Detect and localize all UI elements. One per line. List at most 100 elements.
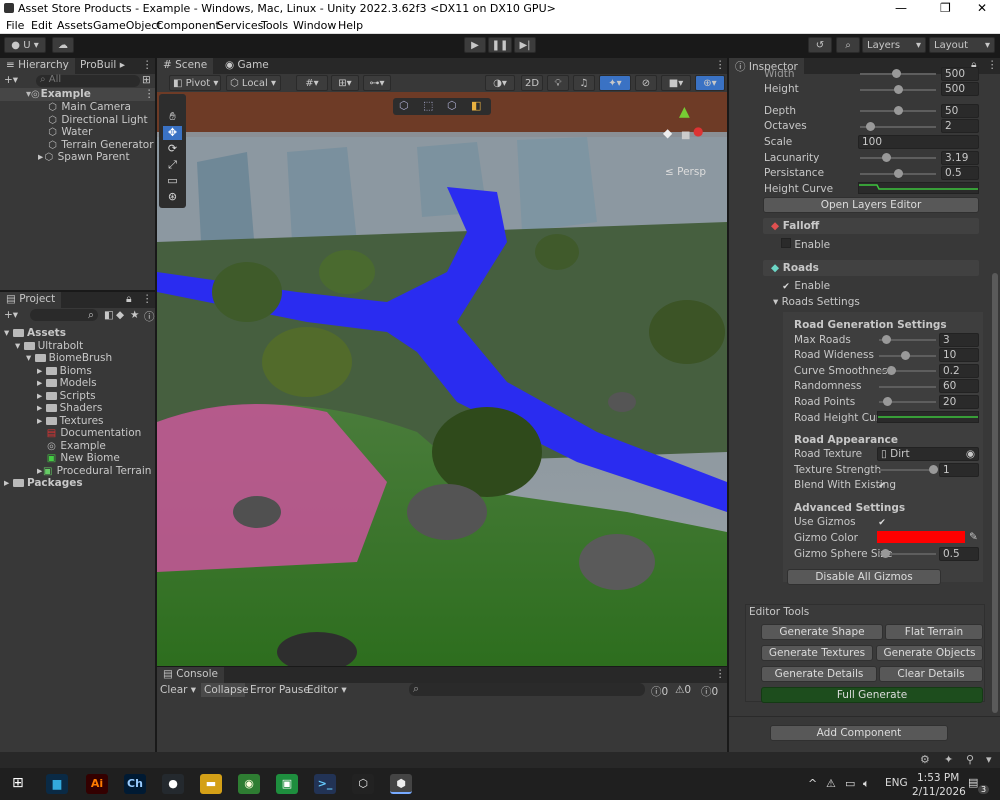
disable-all-gizmos-button[interactable]: Disable All Gizmos (787, 569, 941, 585)
clock-time[interactable]: 1:53 PM (917, 772, 959, 784)
texture-strength-slider[interactable] (879, 465, 938, 474)
eyedropper-icon[interactable]: ✎ (969, 531, 978, 543)
menu-assets[interactable]: Assets (57, 19, 93, 32)
effects-icon[interactable]: ✦▾ (599, 75, 631, 91)
lighting-icon[interactable]: 💡︎ (547, 75, 569, 91)
max-roads-slider[interactable] (879, 335, 936, 344)
persp-label[interactable]: ≤ Persp (665, 166, 706, 178)
folder-textures[interactable]: ▸ Textures (37, 415, 104, 427)
full-generate-button[interactable]: Full Generate (761, 687, 983, 703)
orientation-gizmo[interactable]: ▲ ◆ ● ■ (657, 102, 717, 162)
folder-shaders[interactable]: ▸ Shaders (37, 402, 102, 414)
folder-models[interactable]: ▸ Models (37, 377, 97, 389)
folder-packages[interactable]: ▸ Packages (4, 477, 83, 489)
terminal-icon[interactable]: >_ (314, 774, 336, 794)
status-icon[interactable]: ⚙ (920, 753, 930, 766)
maximize-icon[interactable]: ❐ (940, 1, 951, 15)
road-height-curve-field[interactable] (877, 411, 979, 423)
inspector-scrollbar[interactable] (992, 273, 998, 713)
local-dropdown[interactable]: ⬡ Local ▾ (226, 75, 281, 91)
width-slider[interactable] (860, 69, 936, 78)
warning-count[interactable]: ⚠0 (675, 684, 691, 696)
gizmo-center-icon[interactable]: ■ (681, 130, 690, 141)
road-wideness-slider[interactable] (879, 351, 936, 360)
chrome-icon[interactable]: ◉ (238, 774, 260, 794)
persistance-value[interactable]: 0.5 (941, 166, 979, 180)
lacunarity-slider[interactable] (860, 153, 936, 162)
height-slider[interactable] (860, 85, 936, 94)
star-icon[interactable]: ★ (130, 309, 139, 321)
probuilder-icon[interactable]: ◧ (471, 99, 481, 112)
account-button[interactable]: ● U ▾ (4, 37, 46, 53)
road-points-value[interactable]: 20 (939, 395, 979, 409)
photoshop-icon[interactable]: ▆ (46, 774, 68, 794)
visibility-icon[interactable]: ⊘ (635, 75, 657, 91)
windows-start-icon[interactable]: ⊞ (12, 775, 24, 791)
chevron-up-icon[interactable]: ^ (808, 777, 817, 790)
depth-slider[interactable] (860, 106, 936, 115)
height-value[interactable]: 500 (941, 82, 979, 96)
folder-bioms[interactable]: ▸ Bioms (37, 365, 92, 377)
draw-mode-icon[interactable]: ◑▾ (485, 75, 515, 91)
folder-ultrabolt[interactable]: ▾ Ultrabolt (15, 340, 83, 352)
scene-viewport[interactable]: ✋︎ ✥ ⟳ ⤢ ▭ ⊛ ⬡ ⬚ ⬡ ◧ ▲ ◆ ● ■ ≤ Persp (157, 92, 727, 666)
unity-hub-icon[interactable]: ⬡ (352, 774, 374, 794)
bounds-icon[interactable]: ⬚ (423, 99, 433, 112)
clock-date[interactable]: 2/11/2026 (912, 786, 966, 798)
menu-window[interactable]: Window (293, 19, 336, 32)
lacunarity-value[interactable]: 3.19 (941, 151, 979, 165)
move-tool-icon[interactable]: ✥ (163, 126, 182, 140)
generate-objects-button[interactable]: Generate Objects (876, 645, 983, 661)
minimize-icon[interactable]: — (895, 1, 907, 15)
road-wideness-value[interactable]: 10 (939, 348, 979, 362)
more-icon[interactable]: ⋮ (713, 58, 728, 74)
grid-snap-icon[interactable]: #▾ (296, 75, 328, 91)
gizmo-y-icon[interactable]: ▲ (679, 104, 690, 120)
info-icon[interactable]: ⓘ (144, 309, 155, 324)
transform-tool-icon[interactable]: ⊛ (163, 190, 182, 204)
tab-hierarchy[interactable]: ≡ Hierarchy (0, 58, 75, 74)
pivot-dropdown[interactable]: ◧ Pivot ▾ (169, 75, 221, 91)
github-icon[interactable]: ● (162, 774, 184, 794)
hierarchy-item-directional-light[interactable]: ⬡ Directional Light (47, 114, 148, 126)
hierarchy-item-spawn-parent[interactable]: ▸⬡ Spawn Parent (38, 151, 130, 163)
tab-project[interactable]: ▤ Project (0, 292, 62, 308)
security-icon[interactable]: ⚠ (826, 777, 836, 790)
octaves-slider[interactable] (860, 122, 936, 131)
falloff-header[interactable]: ◆ Falloff (763, 218, 979, 234)
octaves-value[interactable]: 2 (941, 119, 979, 133)
use-gizmos-toggle[interactable]: ✔ (877, 516, 887, 528)
folder-biomebrush[interactable]: ▾ BiomeBrush (26, 352, 112, 364)
tab-console[interactable]: ▤ Console (157, 667, 224, 683)
hierarchy-item-main-camera[interactable]: ⬡ Main Camera (47, 101, 131, 113)
console-collapse-button[interactable]: Collapse (201, 683, 249, 697)
width-value[interactable]: 500 (941, 67, 979, 81)
generate-details-button[interactable]: Generate Details (761, 666, 877, 682)
mode-2d-button[interactable]: 2D (521, 75, 543, 91)
grid-icon[interactable]: ⊞▾ (331, 75, 359, 91)
more-icon[interactable]: ⋮ (140, 58, 155, 74)
falloff-enable-toggle[interactable]: Enable (781, 238, 830, 251)
search-icon[interactable]: ⌕ (836, 37, 860, 53)
menu-gameobject[interactable]: GameObject (93, 19, 162, 32)
flat-terrain-button[interactable]: Flat Terrain (885, 624, 983, 640)
roads-enable-toggle[interactable]: ✔ Enable (781, 280, 830, 292)
status-icon[interactable]: ⚲ (966, 753, 974, 766)
more-icon[interactable]: ⋮ (713, 667, 728, 683)
volume-icon[interactable]: 🔈︎ (863, 777, 870, 791)
language-indicator[interactable]: ENG (885, 777, 908, 789)
label-icon[interactable]: ◆ (116, 309, 124, 321)
curve-smoothness-value[interactable]: 0.2 (939, 364, 979, 378)
character-animator-icon[interactable]: Ch (124, 774, 146, 794)
menu-tools[interactable]: Tools (261, 19, 288, 32)
object-picker-icon[interactable]: ◉ (966, 448, 975, 460)
unity-editor-icon[interactable]: ⬢ (390, 774, 412, 794)
console-editor-dropdown[interactable]: Editor ▾ (307, 684, 347, 696)
menu-component[interactable]: Component (156, 19, 220, 32)
road-texture-field[interactable]: ▯ Dirt ◉ (877, 447, 979, 461)
rect-tool-icon[interactable]: ▭ (163, 174, 182, 188)
scene-menu-icon[interactable]: ⋮ (144, 88, 155, 100)
rotate-tool-icon[interactable]: ⟳ (163, 142, 182, 156)
tab-scene[interactable]: # Scene (157, 58, 214, 74)
tab-probuilder[interactable]: ProBuil ▸ (74, 58, 131, 74)
